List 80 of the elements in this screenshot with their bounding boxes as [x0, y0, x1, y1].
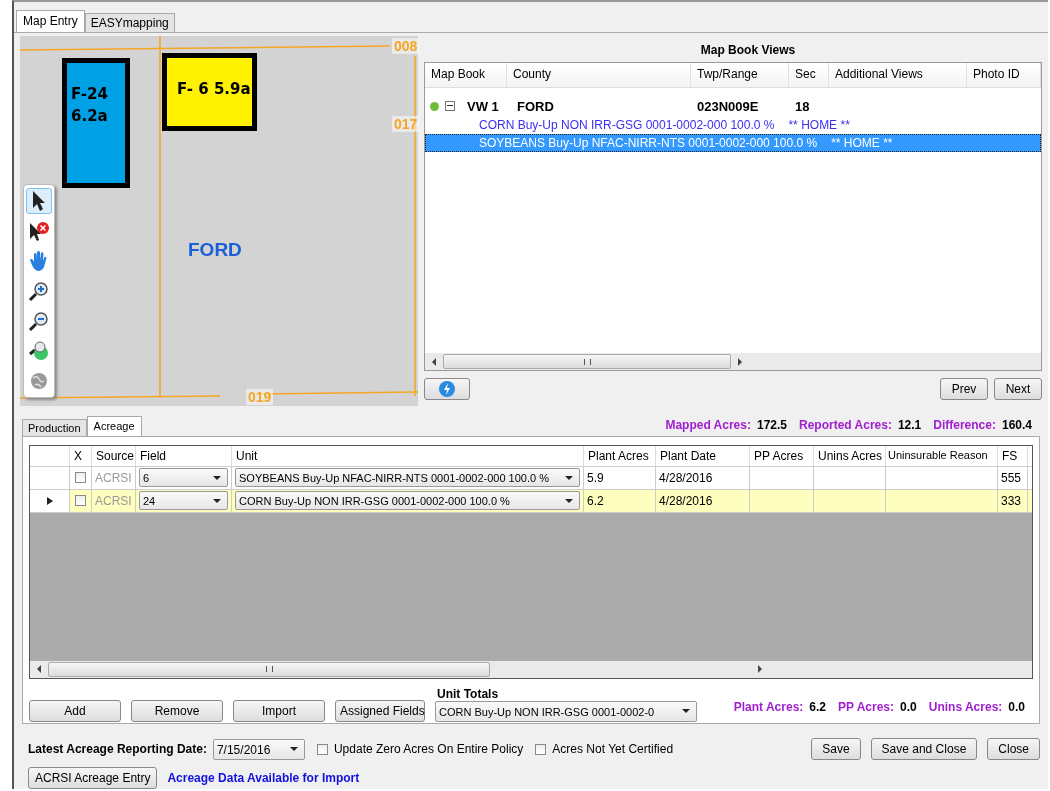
- tab[interactable]: Production: [22, 418, 87, 436]
- column-header[interactable]: Plant Acres: [588, 448, 649, 463]
- plant-date-cell: 4/28/2016: [659, 493, 713, 508]
- unit-totals-label: Unit Totals: [436, 686, 500, 701]
- plant-acres-cell: 6.2: [587, 493, 604, 508]
- total-value: 0.0: [900, 699, 917, 714]
- map-view[interactable]: 008 017 019 F-24 6.2a F- 6 5.9a FORD: [20, 36, 418, 406]
- county-cell: FORD: [517, 98, 554, 114]
- total-value: 6.2: [809, 699, 826, 714]
- field-polygon[interactable]: F-24 6.2a: [62, 58, 130, 188]
- fsn-cell: 333: [1001, 493, 1022, 508]
- column-header[interactable]: X: [74, 448, 82, 463]
- field-polygon[interactable]: F- 6 5.9a: [162, 53, 257, 131]
- summary-label: Difference:: [933, 417, 996, 432]
- column-header[interactable]: Photo ID: [967, 63, 1041, 87]
- unit-totals-dropdown[interactable]: CORN Buy-Up NON IRR-GSG 0001-0002-0: [435, 700, 697, 722]
- checkbox-label: Update Zero Acres On Entire Policy: [333, 742, 524, 756]
- tab[interactable]: Map Entry: [16, 10, 85, 32]
- nav-button[interactable]: Next: [994, 378, 1042, 400]
- source-cell: ACRSI: [95, 470, 132, 485]
- column-header[interactable]: County: [507, 63, 691, 87]
- tab[interactable]: Acreage: [86, 415, 142, 436]
- view-row[interactable]: CORN Buy-Up NON IRR-GSG 0001-0002-000 100.0 % ** HOME **: [425, 116, 1041, 134]
- nav-button[interactable]: Prev: [940, 378, 988, 400]
- view-text: ** HOME **: [788, 118, 850, 132]
- grid-row[interactable]: ACRSI 24 CORN Buy-Up NON IRR-GSG 0001-0002-000 100.0 % 6.2 4/28/2016 333: [30, 489, 1032, 513]
- summary-label: Mapped Acres:: [665, 417, 751, 432]
- column-header[interactable]: Plant Date: [660, 448, 717, 463]
- column-header[interactable]: Field: [140, 448, 166, 463]
- summary-label: Reported Acres:: [799, 417, 892, 432]
- road-label: 017: [392, 116, 420, 132]
- action-button[interactable]: Remove: [131, 699, 223, 722]
- sec-cell: 18: [795, 98, 810, 114]
- column-header[interactable]: Map Book: [425, 63, 507, 87]
- date-label: Latest Acreage Reporting Date:: [28, 742, 207, 756]
- unit-dropdown[interactable]: SOYBEANS Buy-Up NFAC-NIRR-NTS 0001-0002-000 100.0 %: [235, 468, 580, 488]
- road-label: 019: [246, 389, 274, 405]
- column-header[interactable]: Twp/Range: [691, 63, 789, 87]
- county-label: FORD: [188, 239, 242, 261]
- action-button[interactable]: Import: [233, 699, 325, 722]
- twp-range-cell: 023N009E: [697, 98, 759, 114]
- column-header[interactable]: Uninsurable Reason: [888, 448, 988, 461]
- plant-date-cell: 4/28/2016: [659, 470, 713, 485]
- column-header[interactable]: PP Acres: [754, 448, 804, 463]
- road-label: 008: [392, 38, 420, 54]
- total-label: Plant Acres:: [733, 699, 804, 714]
- import-notice: Acreage Data Available for Import: [167, 771, 360, 785]
- summary-value: 12.1: [897, 417, 922, 432]
- footer-button[interactable]: Save: [811, 738, 861, 760]
- date-dropdown[interactable]: 7/15/2016: [212, 738, 305, 760]
- checkbox-label: Acres Not Yet Certified: [552, 742, 674, 756]
- summary-value: 172.5: [756, 417, 787, 432]
- total-value: 0.0: [1008, 699, 1025, 714]
- unit-text: CORN Buy-Up NON IRR-GSG 0001-0002-000 100.0 %: [479, 118, 775, 132]
- footer-button[interactable]: Save and Close: [870, 738, 978, 760]
- column-header[interactable]: Additional Views: [829, 63, 967, 87]
- acrsi-button[interactable]: ACRSI Acreage Entry: [28, 767, 158, 789]
- unit-dropdown[interactable]: CORN Buy-Up NON IRR-GSG 0001-0002-000 100.0 %: [235, 491, 580, 511]
- plant-acres-cell: 5.9: [587, 470, 604, 485]
- footer-button[interactable]: Close: [987, 738, 1040, 760]
- fsn-cell: 555: [1001, 470, 1022, 485]
- column-header[interactable]: Unit: [236, 448, 258, 463]
- total-label: Unins Acres:: [928, 699, 1003, 714]
- summary-value: 160.4: [1001, 417, 1032, 432]
- field-dropdown[interactable]: 24: [139, 491, 228, 511]
- column-header[interactable]: Source: [96, 448, 135, 463]
- column-header[interactable]: Sec: [789, 63, 829, 87]
- action-button[interactable]: Add: [29, 699, 121, 722]
- total-label: PP Acres:: [838, 699, 895, 714]
- map-book-cell: VW 1: [467, 98, 499, 114]
- action-button[interactable]: Assigned Fields: [335, 699, 425, 722]
- unit-text: SOYBEANS Buy-Up NFAC-NIRR-NTS 0001-0002-000 100.0 %: [479, 136, 818, 150]
- grid-row[interactable]: ACRSI 6 SOYBEANS Buy-Up NFAC-NIRR-NTS 0001-0002-000 100.0 % 5.9 4/28/2016 555: [30, 466, 1032, 490]
- field-dropdown[interactable]: 6: [139, 468, 228, 488]
- column-header[interactable]: FS: [1002, 448, 1018, 463]
- panel-title: Map Book Views: [699, 42, 797, 59]
- tab[interactable]: EASYmapping: [84, 13, 175, 32]
- source-cell: ACRSI: [95, 493, 132, 508]
- column-header[interactable]: Unins Acres: [818, 448, 883, 463]
- view-text: ** HOME **: [831, 136, 893, 150]
